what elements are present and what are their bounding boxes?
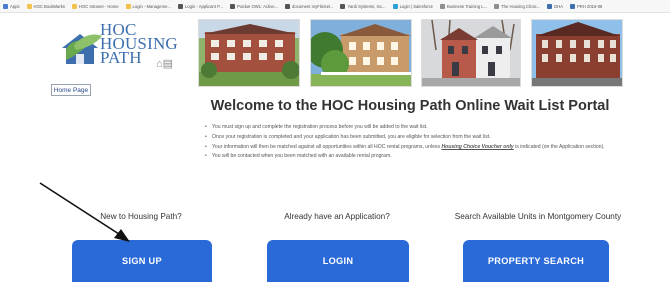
annotation-arrow-icon (39, 182, 130, 242)
